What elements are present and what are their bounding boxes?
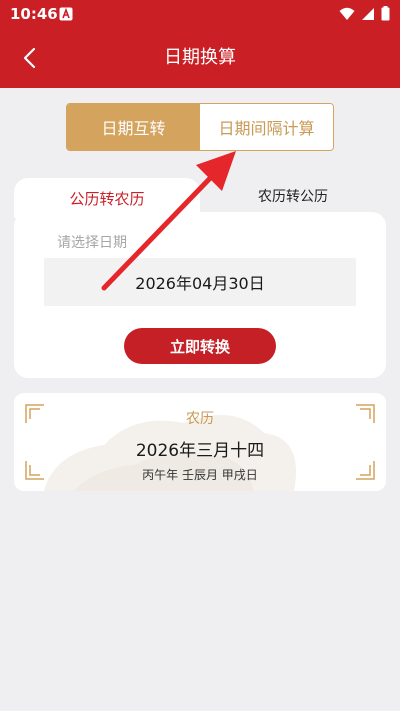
result-title: 农历	[186, 411, 214, 427]
status-icons	[339, 6, 390, 21]
tab-date-interval[interactable]: 日期间隔计算	[200, 104, 333, 150]
mode-segmented-control: 日期互转 日期间隔计算	[66, 103, 334, 151]
wifi-icon	[339, 7, 355, 20]
signal-icon	[362, 7, 374, 20]
convert-button[interactable]: 立即转换	[124, 328, 276, 364]
battery-icon	[381, 6, 390, 21]
tab-date-convert[interactable]: 日期互转	[67, 104, 200, 150]
notification-icon	[59, 7, 73, 21]
tab-solar-to-lunar[interactable]: 公历转农历	[14, 178, 200, 218]
page-title: 日期换算	[164, 47, 236, 68]
result-card: 农历 2026年三月十四 丙午年 壬辰月 甲戌日	[14, 393, 386, 491]
ganzhi-text: 丙午年 壬辰月 甲戌日	[142, 468, 258, 482]
status-time: 10:46	[10, 5, 58, 23]
status-bar: 10:46	[0, 0, 400, 28]
nav-bar: 日期换算	[0, 28, 400, 88]
app-header: 10:46 日期换算	[0, 0, 400, 88]
date-label: 请选择日期	[57, 235, 127, 251]
lunar-date: 2026年三月十四	[135, 441, 265, 461]
date-picker-field[interactable]: 2026年04月30日	[44, 258, 356, 306]
tab-lunar-to-solar[interactable]: 农历转公历	[200, 178, 386, 214]
